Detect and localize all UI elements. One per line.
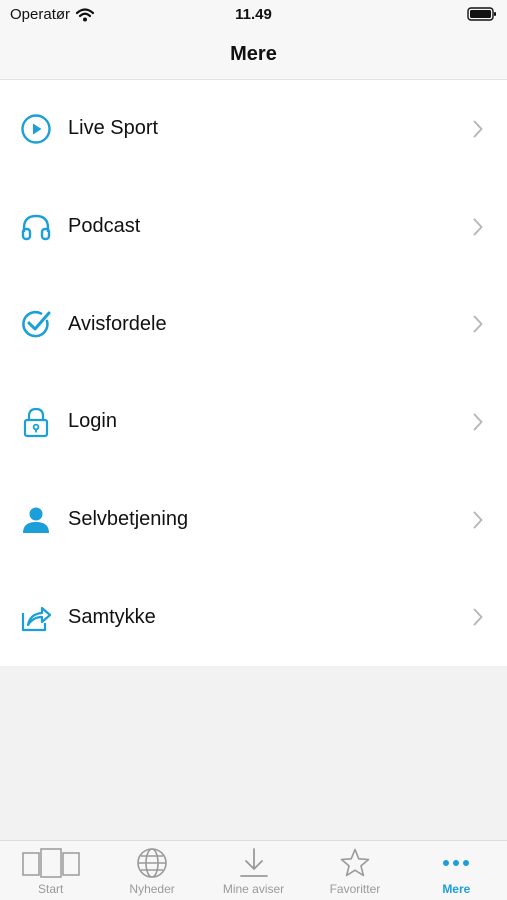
menu-item-label: Selvbetjening [68,508,189,531]
chevron-right-icon [473,511,483,529]
chevron-right-icon [473,413,483,431]
tab-favoritter[interactable]: Favoritter [304,841,405,900]
tab-mere[interactable]: Mere [406,841,507,900]
chevron-right-icon [473,315,483,333]
download-icon [238,847,270,879]
status-bar: Operatør 11.49 [0,0,507,30]
more-dots-icon [440,847,472,879]
pages-icon [21,847,81,879]
chevron-right-icon [473,608,483,626]
tab-label: Favoritter [329,882,381,896]
tab-start[interactable]: Start [0,841,101,900]
chevron-right-icon [473,218,483,236]
page-title: Mere [230,43,277,65]
play-circle-icon [20,113,52,145]
globe-icon [136,847,168,879]
chevron-right-icon [473,120,483,138]
tab-bar: Start Nyheder Mine aviser Favoritter Mer… [0,840,507,900]
headphones-icon [20,211,52,243]
menu-item-selvbetjening[interactable]: Selvbetjening [0,471,507,569]
menu-item-podcast[interactable]: Podcast [0,178,507,276]
menu-item-live-sport[interactable]: Live Sport [0,80,507,178]
tab-label: Mere [442,882,471,896]
menu-item-label: Samtykke [68,605,156,628]
status-time: 11.49 [235,6,272,23]
tab-label: Mine aviser [222,882,285,896]
star-icon [339,847,371,879]
check-circle-icon [20,308,52,340]
menu-item-samtykke[interactable]: Samtykke [0,568,507,666]
tab-mine-aviser[interactable]: Mine aviser [203,841,304,900]
menu-item-label: Podcast [68,215,141,238]
menu-item-label: Login [68,410,117,433]
person-icon [20,504,52,536]
menu-item-label: Live Sport [68,117,159,140]
menu-item-avisfordele[interactable]: Avisfordele [0,275,507,373]
share-icon [20,601,52,633]
lock-icon [20,406,52,438]
menu-list: Live Sport Podcast Avisfordele Login Sel… [0,80,507,666]
menu-item-login[interactable]: Login [0,373,507,471]
nav-header: Mere [0,30,507,80]
menu-item-label: Avisfordele [68,312,167,335]
tab-label: Start [38,882,64,896]
tab-nyheder[interactable]: Nyheder [101,841,202,900]
tab-label: Nyheder [129,882,175,896]
battery-icon [467,7,497,25]
